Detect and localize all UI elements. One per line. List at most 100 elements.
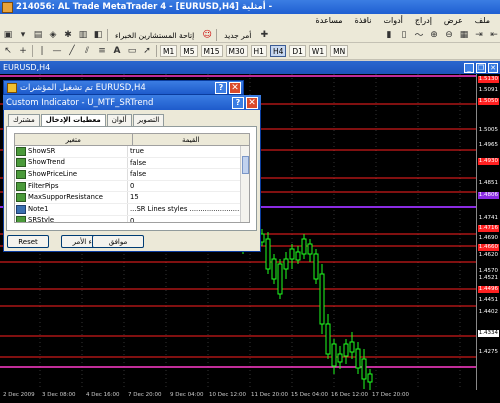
price-label: 1.4570 (478, 268, 498, 274)
timeframe-m5[interactable]: M5 (180, 45, 198, 57)
timeframe-mn[interactable]: MN (330, 45, 349, 57)
profiles-icon[interactable]: ▤ (32, 29, 44, 41)
bar-chart-icon[interactable]: ▮ (383, 29, 395, 41)
price-label: 1.4806 (477, 192, 499, 199)
timeframe-m1[interactable]: M1 (160, 45, 178, 57)
ok-button[interactable]: موافق (92, 235, 144, 248)
close-button[interactable]: ✕ (488, 62, 498, 73)
close-button[interactable]: ✕ (246, 96, 258, 109)
line-chart-icon[interactable]: 〜 (413, 29, 425, 41)
integer-type-icon (16, 216, 26, 222)
tester-icon[interactable]: ◧ (92, 29, 104, 41)
parameter-row[interactable]: ShowSR true (15, 146, 249, 158)
horizontal-line-icon[interactable]: — (51, 45, 63, 57)
parameter-value[interactable]: 15 (128, 192, 249, 203)
timeframe-m30[interactable]: M30 (225, 45, 248, 57)
timeframe-m15[interactable]: M15 (200, 45, 223, 57)
help-button[interactable]: ? (215, 81, 227, 94)
fibonacci-icon[interactable]: ≡ (96, 45, 108, 57)
parameter-row[interactable]: Note1 ...SR Lines styles ................… (15, 203, 249, 216)
menu-help[interactable]: مساعدة (310, 16, 349, 25)
integer-type-icon (16, 193, 26, 203)
experts-button[interactable]: إتاحة المستشارين الخبراء (111, 29, 198, 41)
label-icon[interactable]: ▭ (126, 45, 138, 57)
new-order-button[interactable]: أمر جديد (220, 29, 255, 41)
parameters-grid: متغير القيمة ShowSR true ShowTrend false Sho… (14, 133, 250, 223)
time-axis: 2 Dec 2009 3 Dec 08:00 4 Dec 16:00 7 Dec 20… (0, 390, 476, 403)
tab-visualization[interactable]: التصوير (132, 114, 165, 126)
minimize-button[interactable]: _ (464, 62, 474, 73)
market-watch-icon[interactable]: ◈ (47, 29, 59, 41)
candle-body (331, 343, 337, 367)
dialog-tabs: مشترك معطيات الإدخال ألوان التصوير (8, 114, 208, 127)
parameter-row[interactable]: FilterPips 0 (15, 180, 249, 193)
parameter-row[interactable]: ShowPriceLine false (15, 169, 249, 181)
timeframe-h1[interactable]: H1 (250, 45, 267, 57)
timeframe-d1[interactable]: D1 (289, 45, 306, 57)
terminal-icon[interactable]: ▥ (77, 29, 89, 41)
boolean-type-icon (16, 146, 26, 156)
parameter-row[interactable]: MaxSupporResistance 15 (15, 192, 249, 204)
menu-view[interactable]: عرض (438, 16, 469, 25)
channel-icon[interactable]: ⫽ (81, 45, 93, 57)
restore-button[interactable]: ❐ (476, 62, 486, 73)
menu-insert[interactable]: إدراج (409, 16, 438, 25)
drawing-toolbar: ↖ + | — ╱ ⫽ ≡ A ▭ ➚ M1 M5 M15 M30 H1 H4 … (0, 43, 500, 60)
time-label: 7 Dec 20:00 (128, 392, 162, 398)
timeframe-h4[interactable]: H4 (269, 45, 287, 57)
time-label: 15 Dec 04:00 (291, 392, 328, 398)
parameter-row[interactable]: SRStyle 0 (15, 215, 249, 222)
candle-chart-icon[interactable]: ▯ (398, 29, 410, 41)
menu-window[interactable]: نافذة (349, 16, 378, 25)
parameter-value[interactable]: 0 (128, 181, 249, 192)
dropdown-arrow-icon[interactable]: ▾ (17, 29, 29, 41)
reset-button[interactable]: Reset (7, 235, 49, 248)
parameter-name-cell: MaxSupporResistance (15, 192, 128, 203)
menu-file[interactable]: ملف (469, 16, 496, 25)
app-title-bar: 214056: AL Trade MetaTrader 4 - [EURUSD,… (0, 0, 500, 14)
crosshair-icon[interactable]: + (17, 45, 29, 57)
text-icon[interactable]: A (111, 45, 123, 57)
new-chart-icon[interactable]: ▣ (2, 29, 14, 41)
custom-indicator-title: Custom Indicator - U_MTF_SRTrend (6, 97, 154, 108)
candle-body (313, 253, 319, 280)
chart-shift-icon[interactable]: ⇤ (488, 29, 500, 41)
chart-title-bar: EURUSD,H4 _ ❐ ✕ (0, 61, 500, 74)
vertical-line-icon[interactable]: | (36, 45, 48, 57)
indicator-icon (7, 82, 17, 93)
arrows-icon[interactable]: ➚ (141, 45, 153, 57)
app-title: 214056: AL Trade MetaTrader 4 - [EURUSD,… (16, 2, 273, 12)
scrollbar-thumb[interactable] (242, 156, 249, 174)
zoom-out-icon[interactable]: ⊖ (443, 29, 455, 41)
price-label: 1.4930 (477, 158, 499, 165)
tab-common[interactable]: مشترك (8, 114, 40, 126)
parameter-value[interactable]: ...SR Lines styles .....................… (128, 204, 249, 215)
time-label: 2 Dec 2009 (3, 392, 35, 398)
column-header-variable[interactable]: متغير (15, 134, 132, 145)
parameter-row[interactable]: ShowTrend false (15, 157, 249, 170)
price-label: 1.5130 (477, 76, 499, 83)
parameter-value[interactable]: false (128, 169, 249, 180)
zoom-in-icon[interactable]: ⊕ (428, 29, 440, 41)
indicators-dialog-title: EURUSD,H4 تم تشغيل المؤشرات ? ✕ (3, 80, 244, 95)
column-header-value[interactable]: القيمة (131, 134, 250, 145)
navigator-icon[interactable]: ✱ (62, 29, 74, 41)
tab-colors[interactable]: ألوان (106, 114, 132, 126)
trendline-icon[interactable]: ╱ (66, 45, 78, 57)
price-label: 1.4334 (477, 330, 499, 337)
autoscroll-icon[interactable]: ⇥ (473, 29, 485, 41)
grid-scrollbar[interactable] (240, 146, 249, 222)
candle-body (265, 238, 271, 270)
cursor-icon[interactable]: ↖ (2, 45, 14, 57)
parameter-name: ShowPriceLine (28, 169, 78, 178)
parameter-value[interactable]: 0 (128, 216, 249, 222)
custom-indicator-title-bar: Custom Indicator - U_MTF_SRTrend ? ✕ (3, 95, 261, 110)
tile-icon[interactable]: ▦ (458, 29, 470, 41)
menu-tools[interactable]: أدوات (377, 16, 408, 25)
help-button[interactable]: ? (232, 96, 244, 109)
parameter-name: Note1 (28, 204, 49, 213)
parameter-value[interactable]: false (128, 158, 249, 169)
timeframe-w1[interactable]: W1 (308, 45, 328, 57)
close-button[interactable]: ✕ (229, 81, 241, 94)
parameter-value[interactable]: true (128, 146, 249, 157)
